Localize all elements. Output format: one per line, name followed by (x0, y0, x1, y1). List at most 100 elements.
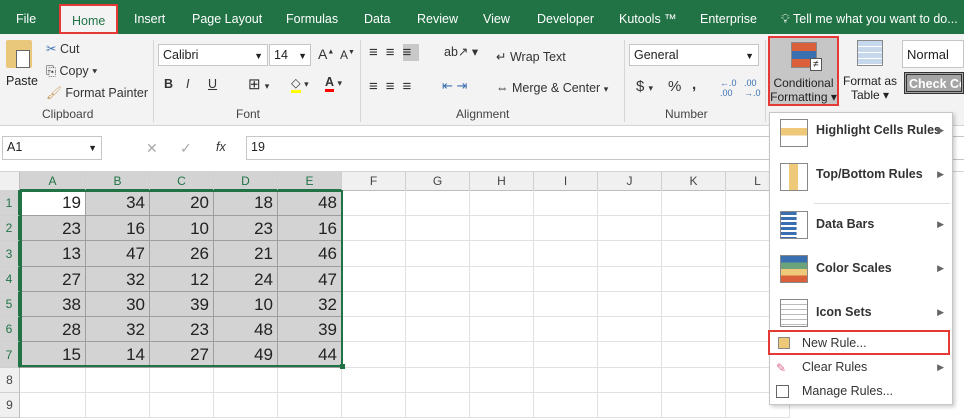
cell[interactable]: 48 (214, 317, 278, 342)
comma-button[interactable]: , (692, 76, 696, 93)
copy-button[interactable]: ⎘ Copy ▾ (46, 64, 97, 79)
cell[interactable] (534, 292, 598, 317)
cell[interactable] (662, 292, 726, 317)
cell[interactable] (214, 368, 278, 393)
cell[interactable] (406, 216, 470, 241)
cell[interactable] (534, 267, 598, 292)
cell[interactable]: 21 (214, 241, 278, 267)
cell[interactable]: 24 (214, 267, 278, 292)
tab-view[interactable]: View (483, 12, 510, 26)
cell[interactable]: 27 (150, 342, 214, 368)
fill-color-button[interactable]: ◇ ▾ (291, 75, 309, 93)
tab-insert[interactable]: Insert (134, 12, 165, 26)
cell[interactable] (406, 241, 470, 267)
cell[interactable] (662, 317, 726, 342)
cell[interactable]: 32 (86, 317, 150, 342)
cell[interactable] (470, 267, 534, 292)
tab-home[interactable]: Home (59, 4, 119, 34)
format-painter-button[interactable]: 🖌︎ Format Painter (46, 86, 148, 101)
cell[interactable]: 23 (150, 317, 214, 342)
number-format-select[interactable]: General ▼ (629, 44, 759, 66)
row-header[interactable]: 7 (0, 342, 20, 368)
cell[interactable]: 39 (150, 292, 214, 317)
cell[interactable]: 18 (214, 190, 278, 216)
cell[interactable]: 49 (214, 342, 278, 368)
increase-decimal-icon[interactable]: ←.0.00 (720, 78, 737, 98)
tab-formulas[interactable]: Formulas (286, 12, 338, 26)
cell[interactable] (406, 342, 470, 368)
column-header[interactable]: J (598, 172, 662, 191)
cell[interactable] (598, 190, 662, 216)
menu-data-bars[interactable]: Data Bars ▶ (770, 205, 952, 249)
row-header[interactable]: 5 (0, 292, 20, 317)
cell[interactable] (20, 368, 86, 393)
column-header[interactable]: F (342, 172, 406, 191)
cut-button[interactable]: ✂ Cut (46, 41, 79, 56)
vertical-align-icons[interactable]: ≡≡≡ (369, 44, 420, 61)
cell[interactable] (662, 267, 726, 292)
tab-file[interactable]: File (16, 12, 36, 26)
cell[interactable] (598, 216, 662, 241)
cell[interactable] (662, 342, 726, 368)
row-header[interactable]: 2 (0, 216, 20, 241)
tab-enterprise[interactable]: Enterprise (700, 12, 757, 26)
row-header[interactable]: 9 (0, 393, 20, 418)
cell[interactable] (598, 267, 662, 292)
cell[interactable]: 15 (20, 342, 86, 368)
cell[interactable]: 16 (278, 216, 342, 241)
row-header[interactable]: 1 (0, 190, 20, 216)
cell[interactable] (150, 393, 214, 418)
fill-handle[interactable] (340, 364, 345, 369)
cell[interactable] (662, 368, 726, 393)
cell[interactable] (406, 368, 470, 393)
menu-new-rule[interactable]: New Rule... (768, 330, 950, 355)
cell[interactable]: 32 (278, 292, 342, 317)
cell[interactable]: 47 (86, 241, 150, 267)
cell[interactable]: 10 (150, 216, 214, 241)
borders-icon[interactable]: ⊞ ▾ (248, 75, 269, 93)
enter-icon[interactable]: ✓ (180, 140, 192, 157)
cell[interactable] (470, 292, 534, 317)
cell[interactable] (278, 368, 342, 393)
cell[interactable]: 38 (20, 292, 86, 317)
cell[interactable] (406, 190, 470, 216)
horizontal-align-icons[interactable]: ≡≡≡ (369, 78, 419, 95)
cell[interactable]: 34 (86, 190, 150, 216)
cell[interactable] (534, 317, 598, 342)
tell-me-search[interactable]: 💡︎ Tell me what you want to do... (781, 12, 958, 27)
cell[interactable] (342, 241, 406, 267)
cell[interactable] (150, 368, 214, 393)
cell[interactable] (278, 393, 342, 418)
cell[interactable]: 12 (150, 267, 214, 292)
menu-color-scales[interactable]: Color Scales ▶ (770, 249, 952, 293)
cell[interactable] (342, 292, 406, 317)
name-box[interactable]: A1 ▼ (2, 136, 102, 160)
row-header[interactable]: 3 (0, 241, 20, 267)
cell[interactable]: 32 (86, 267, 150, 292)
font-size-select[interactable]: 14 ▼ (269, 44, 311, 66)
cell[interactable] (534, 368, 598, 393)
cell[interactable] (342, 368, 406, 393)
italic-button[interactable]: I (186, 77, 189, 91)
percent-button[interactable]: % (668, 78, 681, 95)
cell[interactable]: 44 (278, 342, 342, 368)
cell[interactable] (342, 190, 406, 216)
cell[interactable] (598, 342, 662, 368)
cell[interactable] (598, 241, 662, 267)
cell[interactable] (406, 267, 470, 292)
cell[interactable]: 30 (86, 292, 150, 317)
select-all-button[interactable] (0, 172, 20, 191)
cell[interactable] (470, 190, 534, 216)
cell[interactable]: 27 (20, 267, 86, 292)
menu-top-bottom-rules[interactable]: Top/Bottom Rules ▶ (770, 157, 952, 201)
cell[interactable]: 16 (86, 216, 150, 241)
cell[interactable] (470, 393, 534, 418)
decrease-decimal-icon[interactable]: .00 →.0 (744, 78, 761, 98)
cell[interactable] (470, 368, 534, 393)
bold-button[interactable]: B (164, 77, 173, 91)
cell[interactable]: 23 (20, 216, 86, 241)
cell[interactable] (598, 317, 662, 342)
cell[interactable]: 48 (278, 190, 342, 216)
cell[interactable] (470, 317, 534, 342)
menu-manage-rules[interactable]: Manage Rules... (770, 381, 952, 403)
